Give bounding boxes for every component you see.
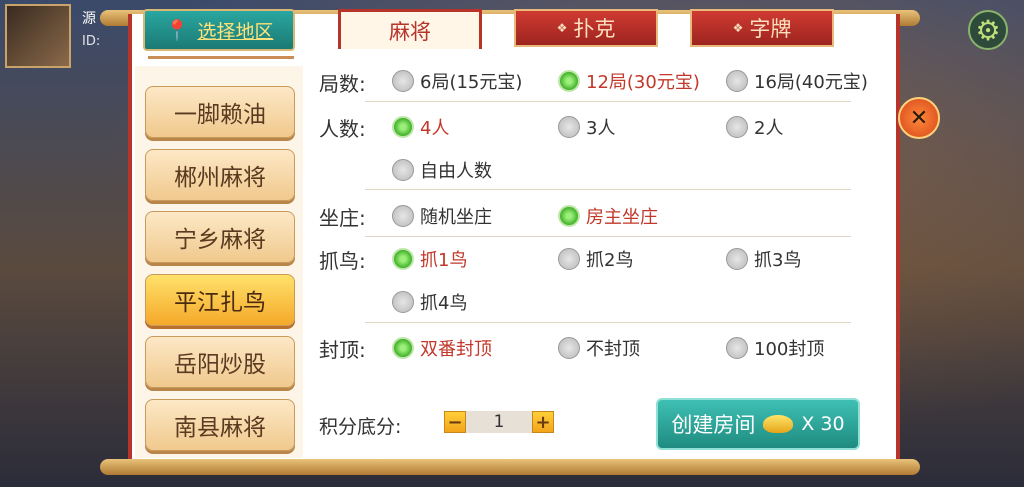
region-list-divider (148, 56, 294, 77)
rounds-label: 局数: (319, 72, 366, 96)
create-room-cost: X 30 (801, 413, 845, 435)
base-score-label: 积分底分: (319, 416, 402, 438)
base-score-stepper: − 1 + (444, 411, 554, 433)
cap-option-selected[interactable]: 双番封顶 (392, 335, 492, 361)
radio-icon (726, 248, 748, 270)
player-name: 源 (82, 11, 96, 27)
region-item[interactable]: 南县麻将 (145, 399, 295, 451)
select-region-label: 选择地区 (197, 20, 274, 43)
region-item[interactable]: 郴州麻将 (145, 149, 295, 201)
tab-mahjong[interactable]: 麻将 (338, 9, 482, 49)
player-id: ID: (82, 34, 101, 49)
minus-button[interactable]: − (444, 411, 466, 433)
radio-icon (392, 70, 414, 92)
close-icon[interactable]: ✕ (898, 97, 940, 139)
ingot-icon (763, 415, 794, 433)
radio-icon (726, 337, 748, 359)
tab-zipai-label: 字牌 (749, 17, 792, 41)
players-option[interactable]: 2人 (726, 114, 783, 140)
radio-icon (392, 159, 414, 181)
radio-checked-icon (392, 337, 414, 359)
birds-label: 抓鸟: (319, 249, 366, 273)
tab-ornament-icon: ❖ (556, 21, 568, 35)
radio-checked-icon (392, 116, 414, 138)
location-pin-icon: 📍 (164, 18, 190, 42)
scroll-rod-bottom (100, 459, 920, 475)
birds-option[interactable]: 抓4鸟 (392, 289, 467, 315)
radio-checked-icon (558, 205, 580, 227)
base-score-value[interactable]: 1 (466, 411, 532, 433)
dealer-option[interactable]: 随机坐庄 (392, 203, 492, 229)
tab-zipai[interactable]: ❖ 字牌 (690, 9, 834, 47)
birds-option[interactable]: 抓3鸟 (726, 246, 801, 272)
create-room-label: 创建房间 (671, 413, 756, 437)
tab-ornament-icon: ❖ (732, 21, 744, 35)
radio-icon (392, 291, 414, 313)
players-label: 人数: (319, 117, 366, 141)
player-avatar[interactable] (5, 4, 71, 68)
dealer-option-selected[interactable]: 房主坐庄 (558, 203, 658, 229)
select-region-button[interactable]: 📍 选择地区 (143, 9, 295, 51)
radio-icon (392, 205, 414, 227)
tab-mahjong-label: 麻将 (389, 19, 431, 44)
cap-option[interactable]: 不封顶 (558, 335, 640, 361)
dealer-label: 坐庄: (319, 206, 366, 230)
radio-checked-icon (558, 70, 580, 92)
radio-icon (726, 70, 748, 92)
radio-icon (558, 337, 580, 359)
region-item[interactable]: 宁乡麻将 (145, 211, 295, 263)
cap-option[interactable]: 100封顶 (726, 335, 824, 361)
players-option[interactable]: 3人 (558, 114, 615, 140)
birds-option-selected[interactable]: 抓1鸟 (392, 246, 467, 272)
rounds-option[interactable]: 6局(15元宝) (392, 68, 522, 94)
radio-icon (558, 116, 580, 138)
region-item[interactable]: 一脚赖油 (145, 86, 295, 138)
divider (365, 189, 851, 190)
players-option-selected[interactable]: 4人 (392, 114, 449, 140)
radio-icon (726, 116, 748, 138)
rounds-option[interactable]: 16局(40元宝) (726, 68, 868, 94)
gear-icon[interactable]: ⚙ (968, 10, 1008, 50)
divider (365, 322, 851, 323)
tab-poker-label: 扑克 (573, 17, 616, 41)
radio-checked-icon (392, 248, 414, 270)
players-option[interactable]: 自由人数 (392, 157, 492, 183)
divider (365, 236, 851, 237)
plus-button[interactable]: + (532, 411, 554, 433)
tab-poker[interactable]: ❖ 扑克 (514, 9, 658, 47)
region-item-selected[interactable]: 平江扎鸟 (145, 274, 295, 326)
create-room-button[interactable]: 创建房间 X 30 (656, 398, 860, 450)
birds-option[interactable]: 抓2鸟 (558, 246, 633, 272)
radio-icon (558, 248, 580, 270)
region-item[interactable]: 岳阳炒股 (145, 336, 295, 388)
cap-label: 封顶: (319, 338, 366, 362)
divider (365, 101, 851, 102)
rounds-option-selected[interactable]: 12局(30元宝) (558, 68, 700, 94)
